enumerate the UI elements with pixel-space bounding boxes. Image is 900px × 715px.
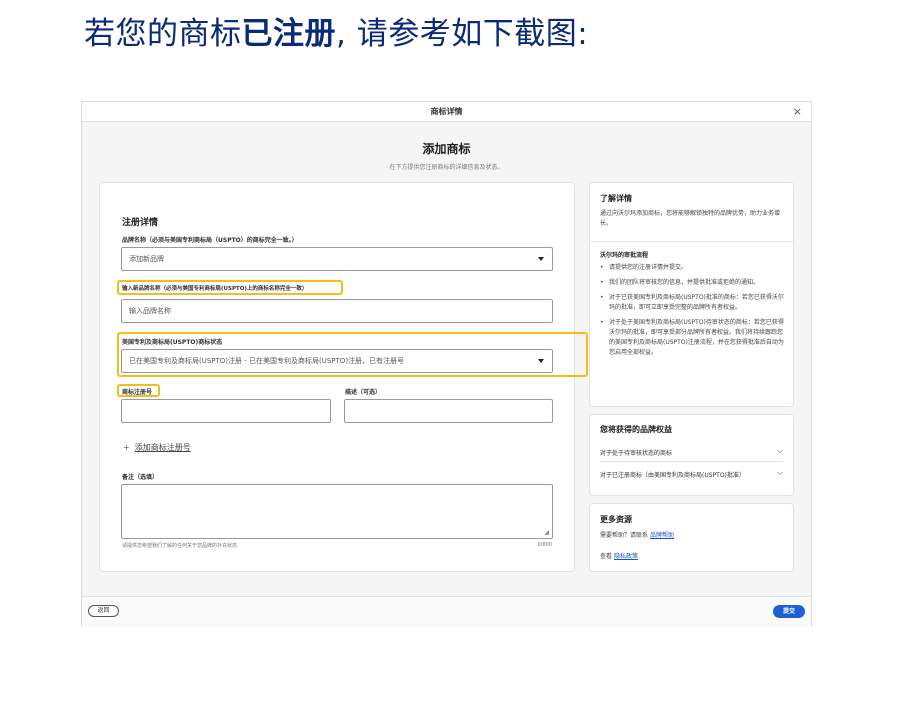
privacy-policy-link[interactable]: 隐私政策 <box>614 553 638 560</box>
trademark-dialog-screenshot: 商标详情 × 添加商标 在下方提供您注册商标的详细信息及状态。 注册详情 品牌名… <box>81 101 812 627</box>
page-subtitle: 在下方提供您注册商标的详细信息及状态。 <box>389 164 504 171</box>
desc-input[interactable] <box>344 399 553 423</box>
brand-name-value: 添加新品牌 <box>129 255 164 263</box>
reg-no-input[interactable] <box>121 399 331 423</box>
chevron-down-icon <box>538 257 544 261</box>
reg-no-label: 商标注册号 <box>122 389 153 396</box>
heading-prefix: 若您的商标 <box>84 16 242 52</box>
notes-textarea[interactable]: ◢ <box>121 484 553 539</box>
chevron-down-icon: ⌵ <box>776 446 783 455</box>
heading-suffix: , 请参考如下截图: <box>336 16 589 52</box>
new-brand-label: 输入新品牌名称（必须与美国专利商标局(USPTO)上的商标名称完全一致） <box>122 286 308 292</box>
desc-label: 描述（可选） <box>345 389 382 396</box>
status-value: 已在美国专利及商标局(USPTO)注册 - 已在美国专利及商标局(USPTO)注… <box>129 357 405 365</box>
new-brand-placeholder: 输入品牌名称 <box>129 307 171 315</box>
chevron-down-icon <box>538 359 544 363</box>
benefits-card: 您将获得的品牌权益 对于处于待审核状态的商标 ⌵ 对于已注册商标（由美国专利及商标… <box>589 414 794 496</box>
back-button[interactable]: 返回 <box>88 605 119 617</box>
benefit-row-registered[interactable]: 对于已注册商标（由美国专利及商标局(USPTO)批准） ⌵ <box>600 468 783 479</box>
process-list: 请提供您的注册详情并提交。 我们的团队将审核您的信息，并提供批准或拒绝的通知。 … <box>600 263 785 363</box>
page-title: 添加商标 <box>422 142 471 156</box>
resources-card: 更多资源 需要帮助？请联系 品牌帮助 查看 隐私政策 <box>589 503 794 572</box>
plus-icon: + <box>123 443 130 452</box>
benefit-row-label: 对于已注册商标（由美国专利及商标局(USPTO)批准） <box>600 472 745 479</box>
list-item: 请提供您的注册详情并提交。 <box>600 263 785 273</box>
brand-name-label: 品牌名称（必须与美国专利商标局（USPTO）的商标完全一致。） <box>122 237 298 244</box>
benefit-row-label: 对于处于待审核状态的商标 <box>600 450 673 457</box>
notes-hint: 请提供您希望我们了解的任何关于您品牌的补充状态 <box>122 543 238 549</box>
divider <box>600 461 783 462</box>
page-heading: 若您的商标已注册, 请参考如下截图: <box>84 8 588 53</box>
benefits-title: 您将获得的品牌权益 <box>600 425 672 434</box>
registration-form-card: 注册详情 品牌名称（必须与美国专利商标局（USPTO）的商标完全一致。） 添加新… <box>99 182 588 572</box>
resources-title: 更多资源 <box>600 515 632 524</box>
add-reg-no-link[interactable]: + 添加商标注册号 <box>123 442 191 453</box>
section-title: 注册详情 <box>122 218 159 228</box>
resize-handle-icon[interactable]: ◢ <box>544 529 549 536</box>
dialog-titlebar: 商标详情 × <box>82 102 811 122</box>
learn-text: 通过向沃尔玛添加商标，您将能够解锁独特的品牌优势，助力业务增长。 <box>600 210 781 227</box>
dialog-footer: 返回 提交 <box>82 596 811 627</box>
brand-help-link[interactable]: 品牌帮助 <box>650 532 674 539</box>
status-select[interactable]: 已在美国专利及商标局(USPTO)注册 - 已在美国专利及商标局(USPTO)注… <box>121 349 553 373</box>
notes-char-count: 0/800 <box>537 542 552 548</box>
privacy-line: 查看 隐私政策 <box>600 552 785 562</box>
process-title: 沃尔玛的审批流程 <box>600 252 649 259</box>
learn-more-card: 了解详情 通过向沃尔玛添加商标，您将能够解锁独特的品牌优势，助力业务增长。 沃尔… <box>589 182 794 407</box>
help-prefix: 需要帮助？请联系 <box>600 532 649 539</box>
divider <box>590 241 793 242</box>
list-item: 对于已获美国专利及商标局(USPTO)批准的商标：若您已获得沃尔玛的批准，即可立… <box>600 293 785 313</box>
submit-button[interactable]: 提交 <box>773 605 805 618</box>
brand-name-select[interactable]: 添加新品牌 <box>121 247 553 271</box>
privacy-prefix: 查看 <box>600 553 613 560</box>
add-reg-no-label: 添加商标注册号 <box>134 443 191 452</box>
status-label: 美国专利及商标局(USPTO)商标状态 <box>122 339 223 346</box>
dialog-window-title: 商标详情 <box>430 107 463 116</box>
learn-title: 了解详情 <box>600 194 632 203</box>
help-line: 需要帮助？请联系 品牌帮助 <box>600 531 785 541</box>
list-item: 我们的团队将审核您的信息，并提供批准或拒绝的通知。 <box>600 278 785 288</box>
heading-bold: 已注册 <box>241 16 336 52</box>
chevron-down-icon: ⌵ <box>776 468 783 477</box>
new-brand-input[interactable]: 输入品牌名称 <box>121 299 553 323</box>
close-icon[interactable]: × <box>793 102 802 122</box>
benefit-row-pending[interactable]: 对于处于待审核状态的商标 ⌵ <box>600 446 783 457</box>
notes-label: 备注（选填） <box>122 474 159 481</box>
list-item: 对于处于美国专利及商标局(USPTO)待审状态的商标：若您已获得沃尔玛的批准，即… <box>600 318 785 358</box>
